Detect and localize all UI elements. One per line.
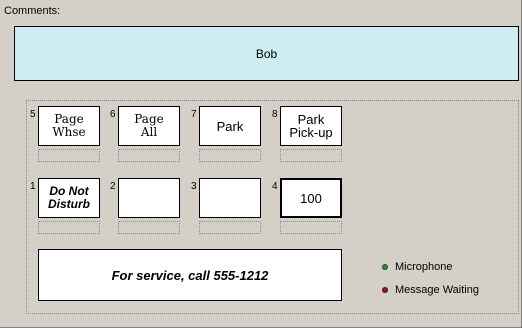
key-2-number: 2 — [110, 181, 116, 192]
key-7-status-slot — [199, 149, 261, 162]
legend-message-waiting: Message Waiting — [382, 284, 479, 296]
legend-microphone-label: Microphone — [395, 261, 453, 273]
key-5-status-slot — [38, 149, 100, 162]
key-2-status-slot — [118, 221, 180, 234]
green-dot-icon — [382, 264, 388, 270]
key-1-status-slot — [38, 221, 100, 234]
red-dot-icon — [382, 287, 388, 293]
key-1-label: Do Not Disturb — [48, 184, 90, 211]
key-7-number: 7 — [191, 109, 197, 120]
key-3-number: 3 — [191, 181, 197, 192]
key-5-label: Page Whse — [52, 112, 86, 139]
key-3-status-slot — [199, 221, 261, 234]
phone-config-panel: Comments: Bob 5 Page Whse 6 Page All 7 P… — [0, 0, 522, 328]
key-6-number: 6 — [110, 109, 116, 120]
service-message-box[interactable]: For service, call 555-1212 — [38, 249, 342, 301]
key-5-page-whse[interactable]: Page Whse — [38, 106, 100, 146]
key-7-park[interactable]: Park — [199, 106, 261, 146]
key-2-empty[interactable] — [118, 178, 180, 218]
key-4-extension-100[interactable]: 100 — [280, 178, 342, 218]
key-6-status-slot — [118, 149, 180, 162]
comments-field[interactable]: Bob — [14, 26, 519, 81]
key-6-label: Page All — [134, 112, 164, 139]
legend-microphone: Microphone — [382, 261, 452, 273]
key-7-label: Park — [216, 118, 244, 134]
key-8-park-pickup[interactable]: Park Pick-up — [280, 106, 342, 146]
key-8-status-slot — [280, 149, 342, 162]
key-3-empty[interactable] — [199, 178, 261, 218]
key-4-status-slot — [280, 221, 342, 234]
service-message-text: For service, call 555-1212 — [111, 267, 269, 283]
key-6-page-all[interactable]: Page All — [118, 106, 180, 146]
key-5-number: 5 — [30, 109, 36, 120]
key-1-number: 1 — [30, 181, 36, 192]
key-4-label: 100 — [300, 190, 322, 206]
key-8-label: Park Pick-up — [289, 112, 333, 140]
comments-label: Comments: — [4, 5, 61, 17]
key-8-number: 8 — [272, 109, 278, 120]
key-1-do-not-disturb[interactable]: Do Not Disturb — [38, 178, 100, 218]
legend-message-waiting-label: Message Waiting — [395, 284, 479, 296]
key-4-number: 4 — [272, 181, 278, 192]
